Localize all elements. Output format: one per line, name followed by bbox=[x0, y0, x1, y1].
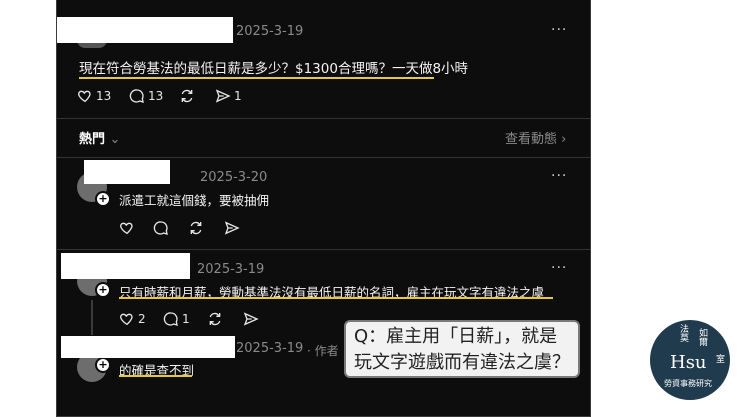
post-text: 現在符合勞基法的最低日薪是多少？$1300合理嗎？一天做8小時 bbox=[79, 61, 469, 77]
repost-icon bbox=[209, 312, 221, 326]
sort-dropdown[interactable]: 熱門 ⌄ bbox=[79, 128, 120, 147]
question-callout: Q：雇主用「日薪」，就是 玩文字遊戲而有違法之虞？ bbox=[344, 320, 580, 378]
username-redaction bbox=[57, 17, 233, 43]
comment-text-underline bbox=[119, 297, 553, 299]
logo-bottom-text: 勞資事務研究 bbox=[664, 379, 712, 388]
post-text-underline bbox=[79, 77, 434, 79]
send-icon bbox=[243, 312, 259, 326]
username-redaction bbox=[84, 160, 170, 184]
like-count: 2 bbox=[138, 312, 146, 326]
callout-line-2: 玩文字遊戲而有違法之虞？ bbox=[354, 352, 570, 373]
thread-line bbox=[91, 300, 93, 335]
logo-top-right-text: 如爾 bbox=[697, 328, 707, 346]
divider bbox=[57, 249, 590, 250]
callout-line-1: Q：雇主用「日薪」，就是 bbox=[354, 326, 558, 347]
like-button[interactable]: 13 bbox=[77, 88, 111, 104]
comment-button[interactable]: 1 bbox=[163, 311, 190, 327]
comment-button[interactable]: 13 bbox=[129, 88, 163, 104]
more-options-button[interactable]: ··· bbox=[551, 260, 567, 276]
office-logo: 法莫 如爾 Hsu 室 勞資事務研究 bbox=[650, 320, 730, 400]
repost-button[interactable] bbox=[179, 88, 195, 104]
heart-icon bbox=[120, 222, 133, 235]
send-icon bbox=[224, 221, 240, 235]
comment-date: 2025-3-19 bbox=[236, 341, 304, 356]
share-button[interactable] bbox=[243, 311, 259, 327]
logo-top-left-text: 法莫 bbox=[678, 324, 688, 342]
comment-button[interactable] bbox=[153, 220, 169, 236]
comment-text-underline bbox=[119, 375, 192, 377]
share-button[interactable] bbox=[224, 220, 240, 236]
comment-date: 2025-3-20 bbox=[200, 170, 268, 185]
view-activity-link[interactable]: 查看動態 › bbox=[505, 128, 566, 147]
share-count: 1 bbox=[234, 89, 242, 103]
repost-icon bbox=[190, 221, 202, 235]
logo-side-text: 室 bbox=[716, 355, 726, 365]
comment-icon bbox=[163, 312, 178, 326]
heart-icon bbox=[120, 313, 133, 326]
comment-count: 13 bbox=[148, 89, 164, 103]
divider bbox=[57, 157, 590, 158]
more-options-button[interactable]: ··· bbox=[551, 22, 567, 38]
repost-button[interactable] bbox=[207, 311, 223, 327]
divider bbox=[57, 118, 590, 119]
comment-count: 1 bbox=[182, 312, 190, 326]
sort-label: 熱門 bbox=[79, 132, 106, 147]
comment-text: 派遣工就這個錢，要被抽佣 bbox=[119, 193, 270, 208]
logo-name: Hsu bbox=[670, 352, 707, 373]
author-label: 作者 bbox=[314, 344, 339, 358]
author-badge: · 作者 bbox=[307, 344, 339, 358]
share-button[interactable]: 1 bbox=[215, 88, 242, 104]
follow-plus-icon[interactable]: + bbox=[95, 282, 111, 298]
chevron-right-icon: › bbox=[561, 132, 567, 147]
comment-icon bbox=[129, 89, 144, 103]
comment-icon bbox=[153, 221, 168, 235]
follow-plus-icon[interactable]: + bbox=[95, 357, 111, 373]
repost-icon bbox=[181, 89, 193, 103]
heart-icon bbox=[78, 90, 91, 103]
comment-date: 2025-3-19 bbox=[197, 262, 265, 277]
username-redaction bbox=[61, 336, 235, 358]
like-button[interactable]: 2 bbox=[119, 311, 146, 327]
view-activity-label: 查看動態 bbox=[505, 132, 558, 147]
follow-plus-icon[interactable]: + bbox=[95, 191, 111, 207]
more-options-button[interactable]: ··· bbox=[551, 168, 567, 184]
like-button[interactable] bbox=[119, 220, 135, 236]
send-icon bbox=[215, 89, 231, 103]
post-date: 2025-3-19 bbox=[236, 24, 304, 39]
repost-button[interactable] bbox=[188, 220, 204, 236]
chevron-down-icon: ⌄ bbox=[109, 132, 121, 147]
username-redaction bbox=[61, 253, 190, 279]
like-count: 13 bbox=[96, 89, 112, 103]
